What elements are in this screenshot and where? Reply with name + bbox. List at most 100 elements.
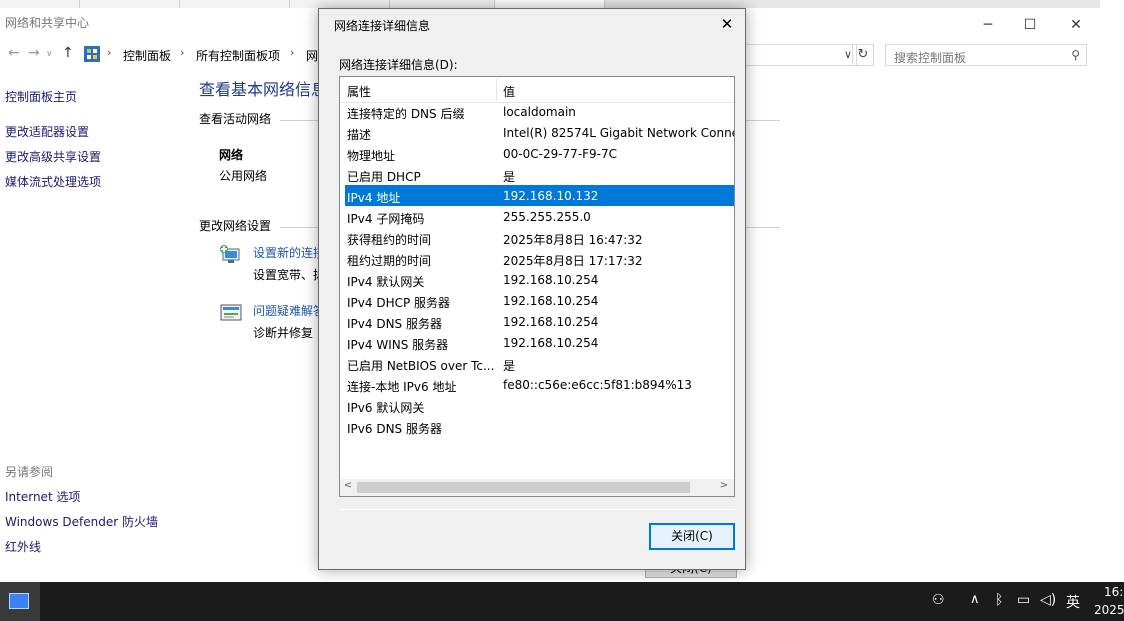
row-property: IPv6 默认网关 <box>347 401 425 415</box>
forward-icon[interactable]: → <box>28 45 40 61</box>
list-row[interactable]: 租约过期的时间 2025年8月8日 17:17:32 <box>340 248 734 269</box>
list-row[interactable]: IPv4 DHCP 服务器 192.168.10.254 <box>340 290 734 311</box>
show-hidden-icons-chevron-icon[interactable]: ∧ <box>970 592 980 607</box>
row-property: 已启用 DHCP <box>347 170 421 184</box>
row-value: 255.255.255.0 <box>503 210 591 224</box>
see-also-infrared[interactable]: 红外线 <box>5 538 41 555</box>
task-desc-new-connection: 设置宽带、拨 <box>253 268 326 282</box>
breadcrumb-network[interactable]: 网 <box>306 47 318 64</box>
breadcrumb-all-items[interactable]: 所有控制面板项 <box>196 47 280 64</box>
column-header-value[interactable]: 值 <box>503 83 515 100</box>
breadcrumb-control-panel[interactable]: 控制面板 <box>123 47 171 64</box>
minimize-icon: ─ <box>983 17 993 33</box>
list-row[interactable]: 已启用 NetBIOS over Tc... 是 <box>340 353 734 374</box>
row-property: 物理地址 <box>347 149 396 163</box>
minimize-button[interactable]: ─ <box>965 12 1011 38</box>
dialog-close-x-button[interactable]: ✕ <box>715 13 739 35</box>
row-value: 192.168.10.254 <box>503 273 599 287</box>
row-property: 获得租约的时间 <box>347 233 432 247</box>
ime-indicator[interactable]: 英 <box>1066 592 1080 612</box>
network-icon[interactable]: ▭ <box>1017 592 1030 608</box>
list-header: 属性 值 <box>340 77 734 103</box>
row-property: IPv4 子网掩码 <box>347 212 425 226</box>
row-value: Intel(R) 82574L Gigabit Network Connec <box>503 126 735 140</box>
dialog-divider <box>339 509 735 510</box>
row-value: localdomain <box>503 105 576 119</box>
address-dropdown[interactable]: ∨ <box>745 44 857 66</box>
new-connection-icon <box>220 245 240 263</box>
row-property: IPv4 DHCP 服务器 <box>347 296 451 310</box>
close-button[interactable]: 关闭(C) <box>649 523 735 550</box>
background-tab[interactable] <box>180 0 290 8</box>
list-row[interactable]: IPv4 子网掩码 255.255.255.0 <box>340 206 734 227</box>
list-row[interactable]: 获得租约的时间 2025年8月8日 16:47:32 <box>340 227 734 248</box>
list-row[interactable]: IPv4 默认网关 192.168.10.254 <box>340 269 734 290</box>
list-row[interactable]: IPv6 默认网关 <box>340 395 734 416</box>
list-row[interactable]: IPv4 地址 192.168.10.132 <box>345 185 734 206</box>
background-tab[interactable] <box>495 0 605 8</box>
see-also-internet-options[interactable]: Internet 选项 <box>5 488 80 505</box>
scroll-right-icon[interactable]: > <box>716 480 732 491</box>
see-also-firewall[interactable]: Windows Defender 防火墙 <box>5 513 158 530</box>
background-tab[interactable] <box>290 0 390 8</box>
see-also-heading: 另请参阅 <box>5 465 54 479</box>
task-link-new-connection[interactable]: 设置新的连接 <box>253 244 325 261</box>
column-header-property[interactable]: 属性 <box>347 83 371 100</box>
breadcrumb-separator-icon: › <box>180 46 185 59</box>
list-row[interactable]: IPv6 DNS 服务器 <box>340 416 734 437</box>
scroll-left-icon[interactable]: < <box>340 480 356 491</box>
refresh-icon: ↻ <box>857 47 869 62</box>
row-property: IPv4 默认网关 <box>347 275 425 289</box>
row-value: 2025年8月8日 16:47:32 <box>503 233 643 247</box>
search-input[interactable]: 搜索控制面板 ⚲ <box>885 44 1087 66</box>
clock-date[interactable]: 2025/ <box>1094 603 1124 617</box>
taskbar-app-button[interactable] <box>0 582 40 621</box>
row-value: 192.168.10.254 <box>503 294 599 308</box>
network-name: 网络 <box>219 148 244 162</box>
recent-dropdown-icon[interactable]: ∨ <box>46 49 53 59</box>
people-icon[interactable]: ⚇ <box>932 592 945 608</box>
sidebar-link-media-streaming[interactable]: 媒体流式处理选项 <box>5 173 101 190</box>
sidebar-link-advanced-sharing[interactable]: 更改高级共享设置 <box>5 148 101 165</box>
list-row[interactable]: 已启用 DHCP 是 <box>340 164 734 185</box>
sidebar-link-home[interactable]: 控制面板主页 <box>5 88 77 105</box>
bluetooth-icon[interactable]: ᛒ <box>995 592 1003 608</box>
list-row[interactable]: 连接-本地 IPv6 地址 fe80::c56e:e6cc:5f81:b894%1… <box>340 374 734 395</box>
maximize-button[interactable]: ☐ <box>1007 12 1053 38</box>
back-icon[interactable]: ← <box>8 45 20 61</box>
background-tab-strip <box>0 0 1100 8</box>
refresh-button[interactable]: ↻ <box>852 44 874 66</box>
details-list[interactable]: 属性 值 连接特定的 DNS 后缀 localdomain 描述 Intel(R) 8… <box>339 76 735 497</box>
volume-icon[interactable]: ◁) <box>1040 592 1056 608</box>
list-row[interactable]: IPv4 DNS 服务器 192.168.10.254 <box>340 311 734 332</box>
row-value: 192.168.10.254 <box>503 336 599 350</box>
row-property: 已启用 NetBIOS over Tc... <box>347 359 495 373</box>
list-row[interactable]: 连接特定的 DNS 后缀 localdomain <box>340 101 734 122</box>
row-property: IPv4 WINS 服务器 <box>347 338 449 352</box>
row-property: 描述 <box>347 128 372 142</box>
clock-time[interactable]: 16:4 <box>1104 585 1124 599</box>
sidebar-link-adapter-settings[interactable]: 更改适配器设置 <box>5 123 89 140</box>
background-tab[interactable] <box>390 0 495 8</box>
page-title: 查看基本网络信息 <box>199 80 328 99</box>
task-link-troubleshoot[interactable]: 问题疑难解答 <box>253 302 325 319</box>
network-details-dialog: 网络连接详细信息 ✕ 网络连接详细信息(D): 属性 值 连接特定的 DNS 后… <box>318 8 746 570</box>
list-rows: 连接特定的 DNS 后缀 localdomain 描述 Intel(R) 82574L… <box>340 101 734 437</box>
background-tab[interactable] <box>0 0 80 8</box>
up-arrow-icon[interactable]: ↑ <box>62 45 74 61</box>
background-tab[interactable] <box>80 0 180 8</box>
close-icon: ✕ <box>720 15 734 33</box>
list-row[interactable]: 描述 Intel(R) 82574L Gigabit Network Connec <box>340 122 734 143</box>
row-value: 00-0C-29-77-F9-7C <box>503 147 618 161</box>
list-row[interactable]: 物理地址 00-0C-29-77-F9-7C <box>340 143 734 164</box>
column-divider[interactable] <box>496 79 497 101</box>
control-panel-app-icon <box>9 593 29 609</box>
scrollbar-thumb[interactable] <box>357 482 690 493</box>
list-row[interactable]: IPv4 WINS 服务器 192.168.10.254 <box>340 332 734 353</box>
search-icon: ⚲ <box>1071 48 1080 62</box>
row-value: 2025年8月8日 17:17:32 <box>503 254 643 268</box>
row-value: fe80::c56e:e6cc:5f81:b894%13 <box>503 378 692 392</box>
search-placeholder: 搜索控制面板 <box>894 51 967 65</box>
close-window-button[interactable]: ✕ <box>1053 12 1099 38</box>
horizontal-scrollbar[interactable]: < > <box>340 479 734 496</box>
